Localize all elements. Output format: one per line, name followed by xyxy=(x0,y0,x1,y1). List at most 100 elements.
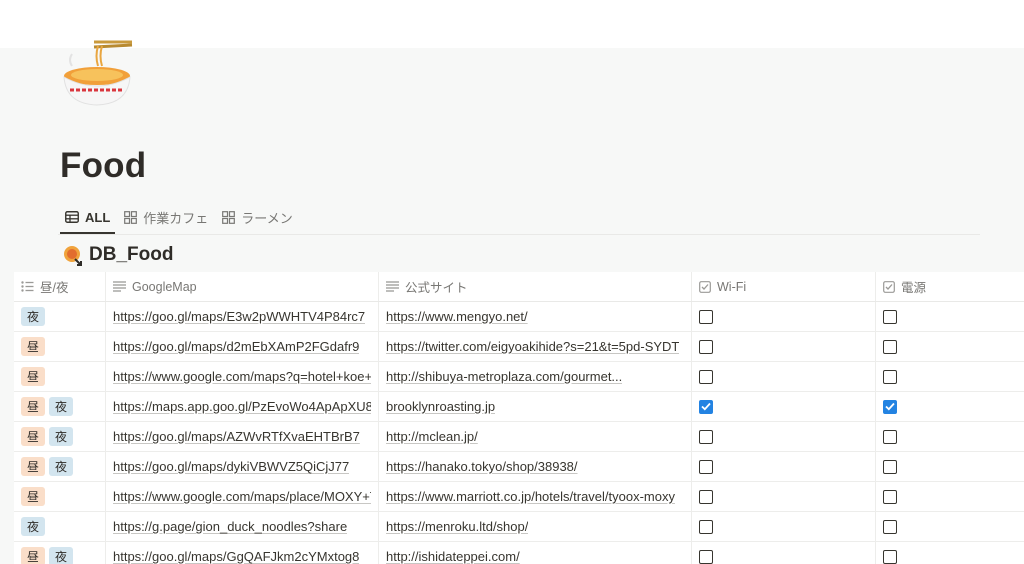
power-checkbox[interactable] xyxy=(883,489,897,504)
wifi-checkbox[interactable] xyxy=(699,429,713,444)
official-site-link[interactable]: https://www.mengyo.net/ xyxy=(386,309,528,324)
table-row[interactable]: 夜 https://g.page/gion_duck_noodles?share h… xyxy=(14,512,1024,542)
wifi-checkbox[interactable] xyxy=(699,369,713,384)
official-site-link[interactable]: http://mclean.jp/ xyxy=(386,429,478,444)
cell-official-site[interactable]: https://menroku.ltd/shop/ xyxy=(379,512,692,541)
cell-official-site[interactable]: http://ishidateppei.com/ xyxy=(379,542,692,564)
column-header-official-site[interactable]: 公式サイト xyxy=(379,272,692,301)
googlemap-link[interactable]: https://goo.gl/maps/E3w2pWWHTV4P84rc7 xyxy=(113,309,365,324)
table-row[interactable]: 昼 https://goo.gl/maps/d2mEbXAmP2FGdafr9 ht… xyxy=(14,332,1024,362)
cell-wifi xyxy=(692,362,876,391)
gallery-icon xyxy=(124,210,138,224)
tab-all-label: ALL xyxy=(85,209,111,225)
official-site-link[interactable]: https://menroku.ltd/shop/ xyxy=(386,519,528,534)
power-checkbox[interactable] xyxy=(883,429,897,444)
tag-day: 昼 xyxy=(21,547,46,564)
table-icon xyxy=(65,211,79,223)
googlemap-link[interactable]: https://www.google.com/maps/place/MOXY+T xyxy=(113,489,371,504)
column-header-wifi[interactable]: Wi-Fi xyxy=(692,272,876,301)
tag-night: 夜 xyxy=(49,427,74,446)
cell-time[interactable]: 昼 xyxy=(14,362,106,391)
multi-select-icon xyxy=(21,281,34,292)
wifi-checkbox[interactable] xyxy=(699,399,713,414)
cell-time[interactable]: 昼 xyxy=(14,332,106,361)
cell-wifi xyxy=(692,452,876,481)
googlemap-link[interactable]: https://g.page/gion_duck_noodles?share xyxy=(113,519,347,534)
googlemap-link[interactable]: https://goo.gl/maps/d2mEbXAmP2FGdafr9 xyxy=(113,339,359,354)
cell-googlemap[interactable]: https://g.page/gion_duck_noodles?share xyxy=(106,512,379,541)
cell-time[interactable]: 夜 xyxy=(14,512,106,541)
cell-official-site[interactable]: https://twitter.com/eigyoakihide?s=21&t=… xyxy=(379,332,692,361)
cell-googlemap[interactable]: https://www.google.com/maps?q=hotel+koe+ xyxy=(106,362,379,391)
power-checkbox[interactable] xyxy=(883,339,897,354)
cell-wifi xyxy=(692,482,876,511)
googlemap-link[interactable]: https://www.google.com/maps?q=hotel+koe+ xyxy=(113,369,371,384)
cell-time[interactable]: 昼夜 xyxy=(14,542,106,564)
cell-power xyxy=(876,332,1024,361)
tag-night: 夜 xyxy=(21,517,46,536)
official-site-link[interactable]: https://hanako.tokyo/shop/38938/ xyxy=(386,459,578,474)
cell-time[interactable]: 昼夜 xyxy=(14,422,106,451)
database-title[interactable]: DB_Food xyxy=(62,244,173,266)
cell-time[interactable]: 夜 xyxy=(14,302,106,331)
ramen-bowl-icon[interactable] xyxy=(58,38,136,108)
power-checkbox[interactable] xyxy=(883,459,897,474)
googlemap-link[interactable]: https://goo.gl/maps/dykiVBWVZ5QiCjJ77 xyxy=(113,459,349,474)
cell-official-site[interactable]: https://www.mengyo.net/ xyxy=(379,302,692,331)
cell-official-site[interactable]: brooklynroasting.jp xyxy=(379,392,692,421)
official-site-link[interactable]: https://twitter.com/eigyoakihide?s=21&t=… xyxy=(386,339,679,354)
official-site-link[interactable]: http://ishidateppei.com/ xyxy=(386,549,520,564)
cell-time[interactable]: 昼 xyxy=(14,482,106,511)
wifi-checkbox[interactable] xyxy=(699,459,713,474)
tab-all[interactable]: ALL xyxy=(58,200,117,234)
table-row[interactable]: 昼夜 https://maps.app.goo.gl/PzEvoWo4ApApXU… xyxy=(14,392,1024,422)
tag-day: 昼 xyxy=(21,427,46,446)
cell-googlemap[interactable]: https://goo.gl/maps/dykiVBWVZ5QiCjJ77 xyxy=(106,452,379,481)
wifi-checkbox[interactable] xyxy=(699,339,713,354)
cell-googlemap[interactable]: https://www.google.com/maps/place/MOXY+T xyxy=(106,482,379,511)
wifi-checkbox[interactable] xyxy=(699,549,713,564)
cell-googlemap[interactable]: https://goo.gl/maps/E3w2pWWHTV4P84rc7 xyxy=(106,302,379,331)
cell-googlemap[interactable]: https://maps.app.goo.gl/PzEvoWo4ApApXU8 xyxy=(106,392,379,421)
table-row[interactable]: 昼夜 https://goo.gl/maps/GgQAFJkm2cYMxtog8 h… xyxy=(14,542,1024,564)
power-checkbox[interactable] xyxy=(883,309,897,324)
tab-ramen[interactable]: ラーメン xyxy=(215,200,299,234)
table-row[interactable]: 昼夜 https://goo.gl/maps/AZWvRTfXvaEHTBrB7 h… xyxy=(14,422,1024,452)
official-site-link[interactable]: brooklynroasting.jp xyxy=(386,399,495,414)
cell-official-site[interactable]: https://www.marriott.co.jp/hotels/travel… xyxy=(379,482,692,511)
cell-googlemap[interactable]: https://goo.gl/maps/d2mEbXAmP2FGdafr9 xyxy=(106,332,379,361)
cell-power xyxy=(876,392,1024,421)
wifi-checkbox[interactable] xyxy=(699,489,713,504)
cell-time[interactable]: 昼夜 xyxy=(14,392,106,421)
cell-official-site[interactable]: http://shibuya-metroplaza.com/gourmet... xyxy=(379,362,692,391)
checkmark-icon xyxy=(885,402,895,411)
table-row[interactable]: 昼夜 https://goo.gl/maps/dykiVBWVZ5QiCjJ77 h… xyxy=(14,452,1024,482)
column-header-googlemap[interactable]: GoogleMap xyxy=(106,272,379,301)
googlemap-link[interactable]: https://goo.gl/maps/GgQAFJkm2cYMxtog8 xyxy=(113,549,359,564)
table-row[interactable]: 昼 https://www.google.com/maps?q=hotel+koe… xyxy=(14,362,1024,392)
power-checkbox[interactable] xyxy=(883,369,897,384)
cell-time[interactable]: 昼夜 xyxy=(14,452,106,481)
column-header-time[interactable]: 昼/夜 xyxy=(14,272,106,301)
googlemap-link[interactable]: https://maps.app.goo.gl/PzEvoWo4ApApXU8 xyxy=(113,399,371,414)
tag-day: 昼 xyxy=(21,487,46,506)
official-site-link[interactable]: https://www.marriott.co.jp/hotels/travel… xyxy=(386,489,675,504)
cell-googlemap[interactable]: https://goo.gl/maps/GgQAFJkm2cYMxtog8 xyxy=(106,542,379,564)
cell-wifi xyxy=(692,302,876,331)
tab-work-cafe[interactable]: 作業カフェ xyxy=(117,200,215,234)
wifi-checkbox[interactable] xyxy=(699,519,713,534)
cell-official-site[interactable]: https://hanako.tokyo/shop/38938/ xyxy=(379,452,692,481)
cell-googlemap[interactable]: https://goo.gl/maps/AZWvRTfXvaEHTBrB7 xyxy=(106,422,379,451)
power-checkbox[interactable] xyxy=(883,399,897,414)
page-title[interactable]: Food xyxy=(60,146,146,186)
wifi-checkbox[interactable] xyxy=(699,309,713,324)
cell-official-site[interactable]: http://mclean.jp/ xyxy=(379,422,692,451)
table-row[interactable]: 昼 https://www.google.com/maps/place/MOXY+… xyxy=(14,482,1024,512)
googlemap-link[interactable]: https://goo.gl/maps/AZWvRTfXvaEHTBrB7 xyxy=(113,429,360,444)
table-row[interactable]: 夜 https://goo.gl/maps/E3w2pWWHTV4P84rc7 ht… xyxy=(14,302,1024,332)
power-checkbox[interactable] xyxy=(883,519,897,534)
column-header-power[interactable]: 電源 xyxy=(876,272,1024,301)
power-checkbox[interactable] xyxy=(883,549,897,564)
official-site-link[interactable]: http://shibuya-metroplaza.com/gourmet... xyxy=(386,369,622,384)
cell-power xyxy=(876,452,1024,481)
